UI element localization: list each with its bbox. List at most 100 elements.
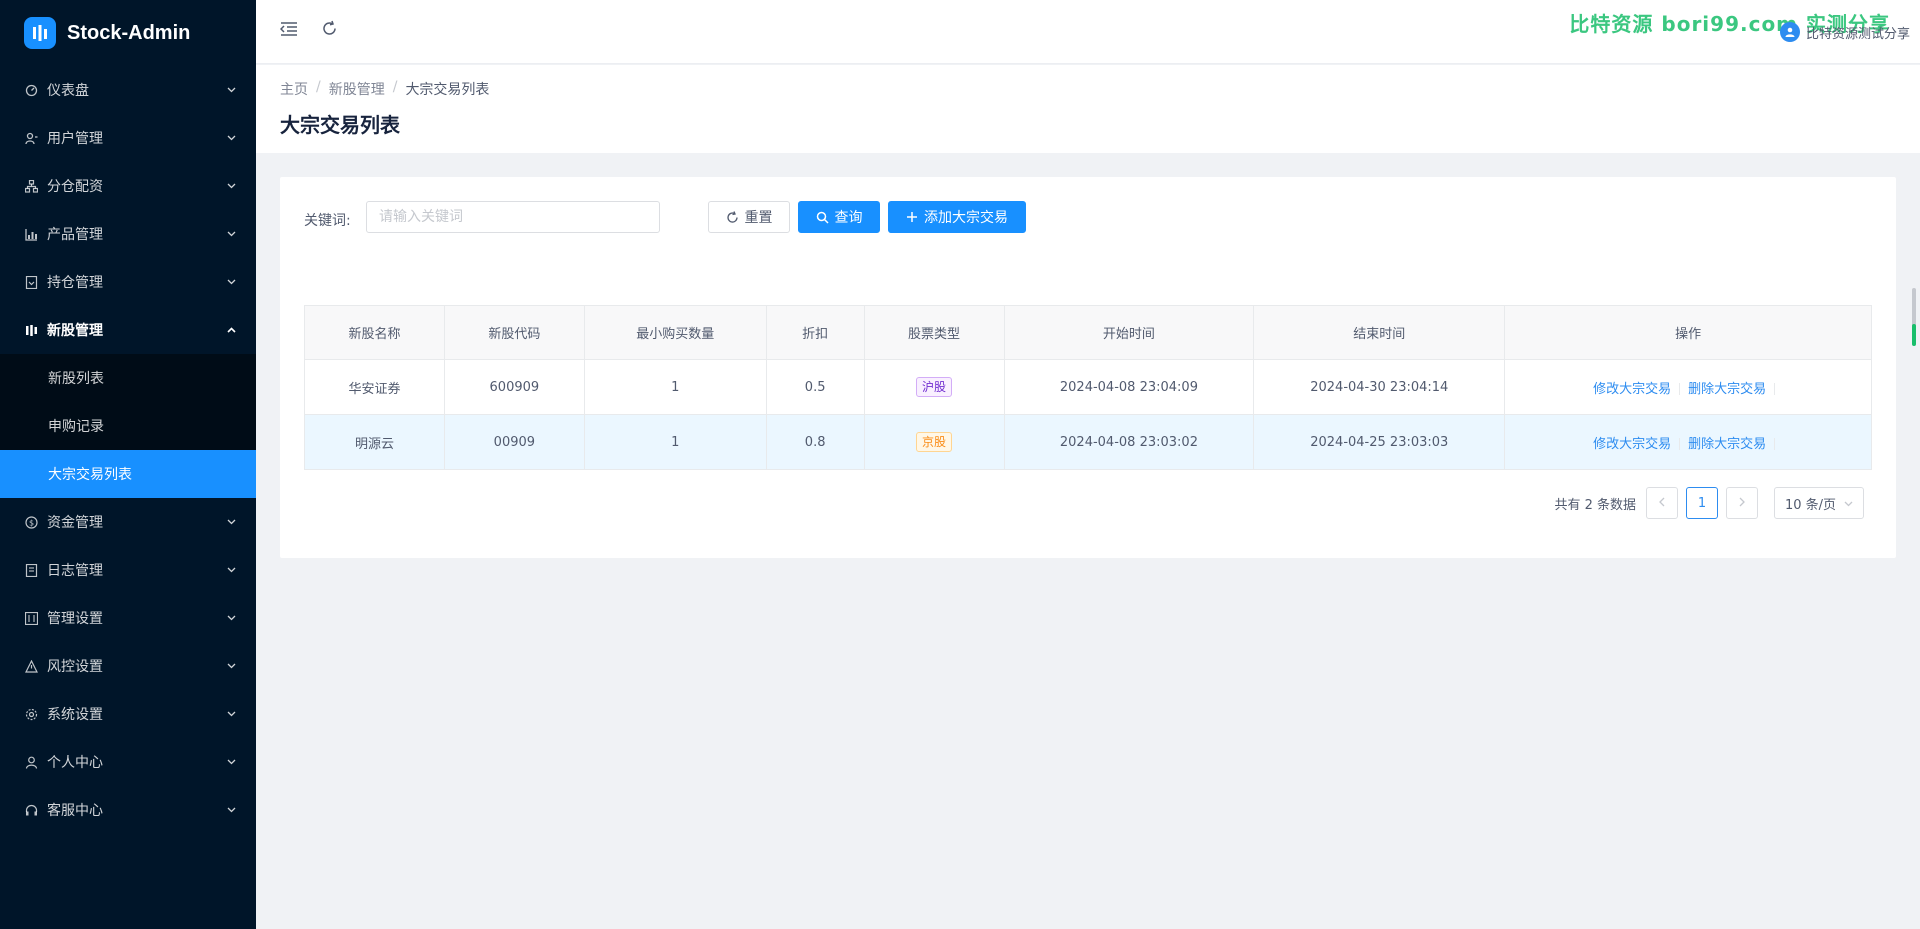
add-button-label: 添加大宗交易 [924, 210, 1008, 226]
action-divider [1774, 383, 1776, 395]
chevron-down-icon [226, 133, 236, 143]
app-title: Stock-Admin [67, 21, 191, 44]
action-divider [1679, 438, 1681, 450]
query-button[interactable]: 查询 [798, 201, 880, 233]
sidebar-item-positions[interactable]: 持仓管理 [0, 258, 256, 306]
money-icon: $ [24, 515, 38, 529]
page-number-button[interactable]: 1 [1686, 487, 1718, 519]
cell-name: 华安证券 [304, 359, 445, 415]
col-header-start-time: 开始时间 [1003, 305, 1255, 360]
chevron-down-icon [226, 757, 236, 767]
collapse-menu-button[interactable] [278, 20, 300, 42]
chevron-down-icon [226, 277, 236, 287]
table-row: 明源云 00909 1 0.8 京股 2024-04-08 23:03:02 2… [304, 414, 1872, 470]
sidebar-item-allocation[interactable]: 分仓配资 [0, 162, 256, 210]
person-icon [24, 755, 38, 769]
logo-icon [24, 17, 56, 49]
sidebar-item-risk-control[interactable]: 风控设置 [0, 642, 256, 690]
page-size-select[interactable]: 10 条/页 [1774, 487, 1864, 519]
breadcrumb-separator: / [392, 79, 398, 95]
user-menu[interactable]: 比特资源测试分享 [1779, 22, 1910, 42]
page-head: 主页 / 新股管理 / 大宗交易列表 大宗交易列表 [256, 65, 1920, 153]
add-block-trade-button[interactable]: 添加大宗交易 [888, 201, 1026, 233]
cell-name: 明源云 [304, 414, 445, 470]
col-header-code: 新股代码 [443, 305, 585, 360]
cell-actions: 修改大宗交易 删除大宗交易 [1504, 414, 1872, 470]
col-header-name: 新股名称 [304, 305, 445, 360]
col-header-min-qty: 最小购买数量 [583, 305, 767, 360]
sidebar-item-label: 管理设置 [47, 611, 103, 627]
reset-button-label: 重置 [744, 210, 773, 226]
chevron-down-icon [226, 805, 236, 815]
sidebar-item-admin-settings[interactable]: 管理设置 [0, 594, 256, 642]
breadcrumb-ipo[interactable]: 新股管理 [329, 79, 385, 99]
block-trade-table: 新股名称 新股代码 最小购买数量 折扣 股票类型 开始时间 结束时间 操作 华安… [304, 305, 1872, 470]
chevron-down-icon [226, 565, 236, 575]
sidebar-item-label: 仪表盘 [47, 83, 89, 99]
sidebar-item-label: 风控设置 [47, 659, 103, 675]
sidebar-menu-lower: $ 资金管理 日志管理 管理设置 风控设置 系统设置 个人中心 客服中心 [0, 498, 256, 834]
sidebar-item-ipo[interactable]: 新股管理 [0, 306, 256, 354]
search-icon [816, 211, 829, 224]
refresh-button[interactable] [318, 19, 340, 41]
chevron-down-icon [226, 709, 236, 719]
cell-type: 沪股 [863, 359, 1005, 415]
col-header-actions: 操作 [1504, 305, 1872, 360]
page-title: 大宗交易列表 [280, 113, 400, 137]
breadcrumb: 主页 / 新股管理 / 大宗交易列表 [280, 79, 489, 99]
sidebar-item-products[interactable]: 产品管理 [0, 210, 256, 258]
chevron-down-icon [1844, 496, 1853, 511]
sidebar-item-profile[interactable]: 个人中心 [0, 738, 256, 786]
chevron-down-icon [226, 613, 236, 623]
pagination-total: 共有 2 条数据 [1554, 497, 1636, 513]
prev-page-button[interactable] [1646, 487, 1678, 519]
delete-block-trade-link[interactable]: 删除大宗交易 [1688, 382, 1766, 397]
chevron-down-icon [226, 661, 236, 671]
sidebar-item-funds[interactable]: $ 资金管理 [0, 498, 256, 546]
refresh-icon [321, 20, 338, 41]
sidebar-item-logs[interactable]: 日志管理 [0, 546, 256, 594]
cell-end-time: 2024-04-25 23:03:03 [1253, 414, 1506, 470]
chevron-down-icon [226, 85, 236, 95]
chevron-down-icon [226, 517, 236, 527]
sidebar-item-system-settings[interactable]: 系统设置 [0, 690, 256, 738]
chevron-down-icon [226, 181, 236, 191]
reset-button[interactable]: 重置 [708, 201, 790, 233]
breadcrumb-separator: / [316, 79, 321, 95]
chevron-left-icon [1659, 496, 1665, 511]
cell-discount: 0.8 [765, 414, 865, 470]
ipo-icon [24, 323, 38, 337]
content-card: 关键词: 重置 查询 添加大宗交易 新股名称 新股代码 最小购买数量 折扣 股票… [280, 177, 1896, 558]
table-header-row: 新股名称 新股代码 最小购买数量 折扣 股票类型 开始时间 结束时间 操作 [304, 305, 1872, 360]
edit-block-trade-link[interactable]: 修改大宗交易 [1593, 437, 1671, 452]
warning-icon [24, 659, 38, 673]
cell-actions: 修改大宗交易 删除大宗交易 [1504, 359, 1872, 415]
sidebar-item-label: 日志管理 [47, 563, 103, 579]
sidebar-item-users[interactable]: 用户管理 [0, 114, 256, 162]
sidebar-item-customer-service[interactable]: 客服中心 [0, 786, 256, 834]
keyword-input[interactable] [366, 201, 660, 233]
headset-icon [24, 803, 38, 817]
breadcrumb-home[interactable]: 主页 [280, 79, 308, 99]
sidebar-item-label: 持仓管理 [47, 275, 103, 291]
chevron-right-icon [1739, 496, 1745, 511]
edit-block-trade-link[interactable]: 修改大宗交易 [1593, 382, 1671, 397]
chevron-down-icon [226, 229, 236, 239]
action-divider [1774, 438, 1776, 450]
sidebar-subitem-ipo-list[interactable]: 新股列表 [0, 354, 256, 402]
scroll-progress-indicator [1912, 324, 1916, 346]
ipo-submenu: 新股列表 申购记录 大宗交易列表 [0, 354, 256, 498]
logo[interactable]: Stock-Admin [0, 0, 256, 66]
sidebar-subitem-block-trade-list[interactable]: 大宗交易列表 [0, 450, 256, 498]
sidebar-item-label: 用户管理 [47, 131, 103, 147]
admin-settings-icon [24, 611, 38, 625]
pagination: 共有 2 条数据 1 10 条/页 [1554, 487, 1864, 519]
menu-fold-icon [279, 21, 298, 41]
sidebar-subitem-subscription-records[interactable]: 申购记录 [0, 402, 256, 450]
next-page-button[interactable] [1726, 487, 1758, 519]
sidebar-item-dashboard[interactable]: 仪表盘 [0, 66, 256, 114]
svg-text:$: $ [28, 518, 33, 527]
breadcrumb-current: 大宗交易列表 [405, 82, 490, 98]
delete-block-trade-link[interactable]: 删除大宗交易 [1688, 437, 1766, 452]
stock-type-tag: 京股 [916, 432, 953, 452]
